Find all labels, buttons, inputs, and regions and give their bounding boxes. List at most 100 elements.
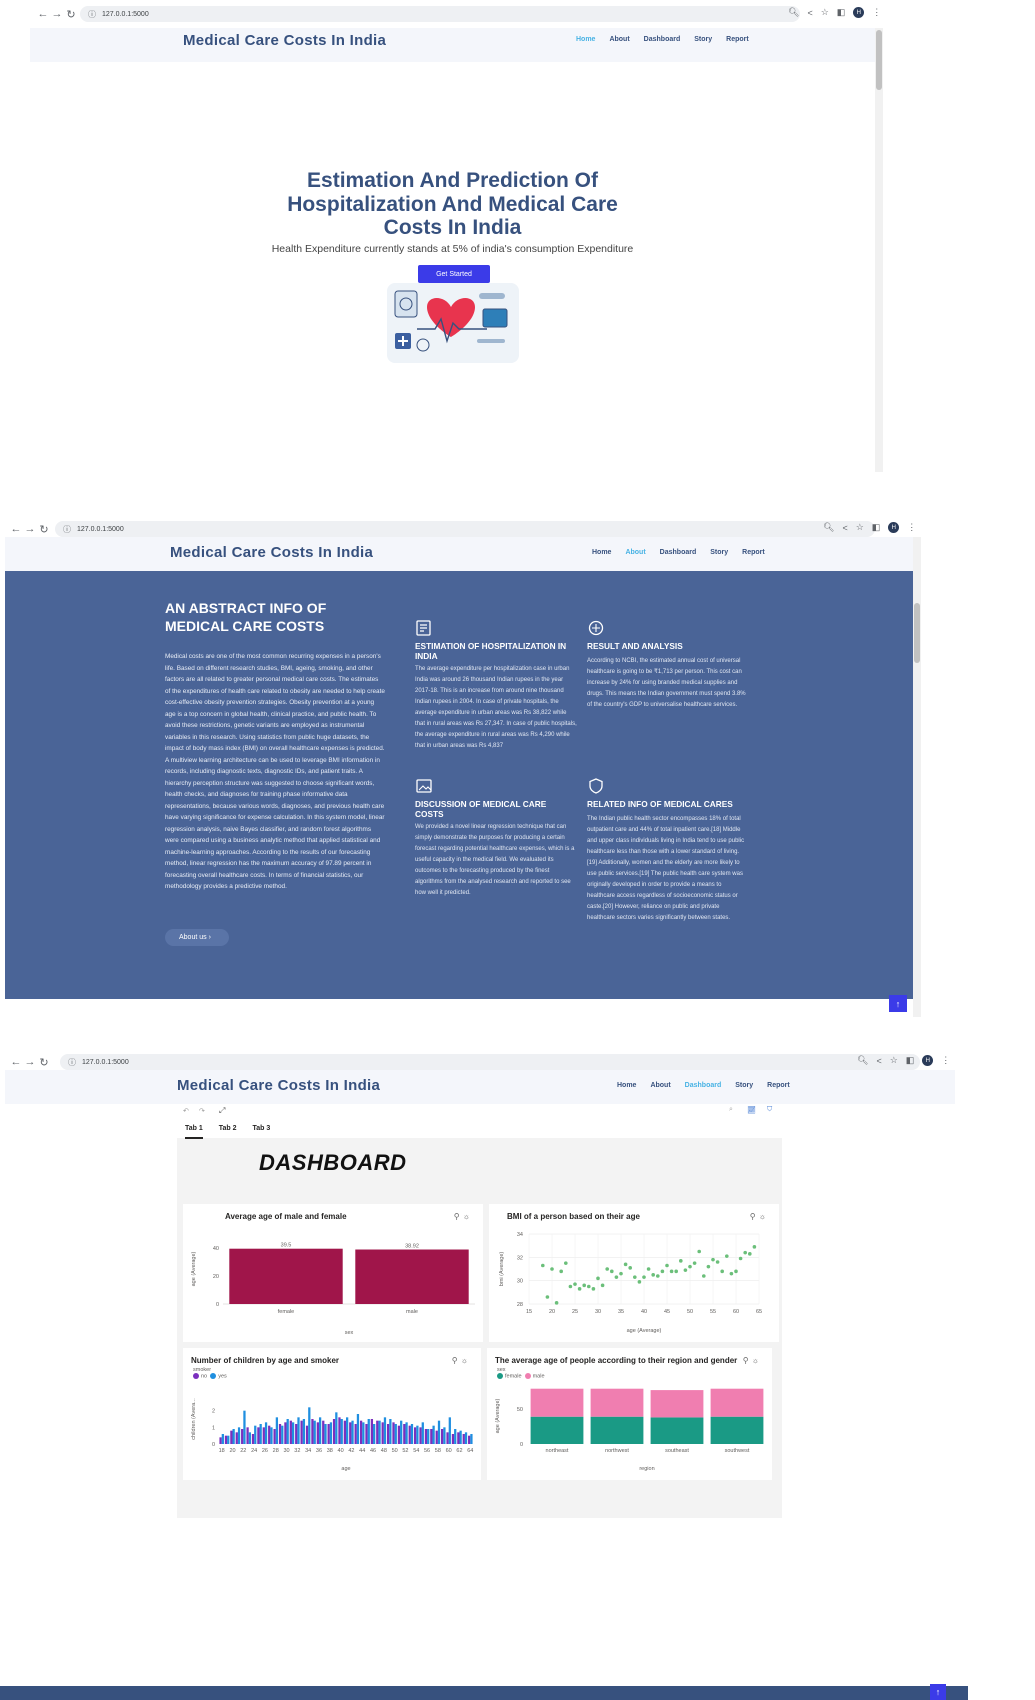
bar [340, 1419, 343, 1444]
x-tick-label: 30 [283, 1448, 289, 1454]
bar [237, 1427, 241, 1444]
profile-avatar[interactable]: H [888, 522, 900, 533]
tile-age-region-gender[interactable]: The average age of people according to t… [487, 1348, 772, 1480]
sidepanel-icon[interactable]: ◧ [906, 1055, 915, 1066]
reload-icon[interactable]: ↻ [37, 1056, 51, 1069]
get-started-button[interactable]: Get Started [418, 265, 490, 283]
tile-avg-age-sex[interactable]: Average age of male and female ⚲☼ 0 20 40 a… [183, 1204, 483, 1342]
share-icon[interactable]: < [876, 1056, 881, 1066]
tile-bmi-age[interactable]: BMI of a person based on their age ⚲☼ 28… [489, 1204, 779, 1342]
reload-icon[interactable]: ↻ [64, 8, 78, 21]
bar [289, 1420, 292, 1444]
menu-about[interactable]: About [625, 549, 645, 556]
profile-avatar[interactable]: H [922, 1055, 934, 1066]
bar [435, 1430, 438, 1444]
menu-report[interactable]: Report [726, 36, 749, 43]
menu-report[interactable]: Report [742, 549, 765, 556]
site-logo[interactable]: Medical Care Costs In India [177, 1077, 380, 1094]
kebab-menu-icon[interactable]: ⋮ [872, 7, 881, 18]
menu-home[interactable]: Home [617, 1082, 636, 1089]
document-icon [416, 620, 431, 636]
menu-about[interactable]: About [650, 1082, 670, 1089]
about-heading-line-2: MEDICAL CARE COSTS [165, 618, 325, 634]
back-to-top-button[interactable]: ↑ [889, 995, 907, 1012]
kebab-menu-icon[interactable]: ⋮ [907, 522, 916, 533]
about-section: AN ABSTRACT INFO OF MEDICAL CARE COSTS M… [5, 571, 913, 999]
address-bar[interactable]: ⓘ 127.0.0.1:5000 [60, 1054, 920, 1070]
tab-3[interactable]: Tab 3 [253, 1125, 271, 1139]
dashboard-frame: ↶ ↷ ⤢ ⌕ 📈︎ ⛉ Tab 1 Tab 2 Tab 3 DASHBOARD… [177, 1104, 782, 1518]
tile-children-smoker[interactable]: Number of children by age and smoker ⚲☼ … [183, 1348, 481, 1480]
menu-about[interactable]: About [609, 36, 629, 43]
menu-dashboard[interactable]: Dashboard [644, 36, 681, 43]
menu-story[interactable]: Story [735, 1082, 753, 1089]
arrow-left-icon[interactable]: ← [9, 1056, 23, 1068]
bar [462, 1434, 465, 1444]
menu-home[interactable]: Home [576, 36, 595, 43]
arrow-right-icon[interactable]: → [23, 523, 37, 535]
tab-1[interactable]: Tab 1 [185, 1125, 203, 1139]
share-icon[interactable]: < [807, 8, 812, 18]
filter-icon[interactable]: ⛉ [767, 1106, 772, 1114]
y-tick-label: 30 [517, 1279, 523, 1285]
share-icon[interactable]: < [842, 523, 847, 533]
undo-icon[interactable]: ↶ [183, 1107, 189, 1115]
about-us-button[interactable]: About us › [165, 929, 229, 946]
arrow-right-icon[interactable]: → [50, 8, 64, 20]
bar-segment [710, 1388, 764, 1417]
chart-icon[interactable]: 📈︎ [747, 1106, 756, 1114]
address-bar[interactable]: ⓘ 127.0.0.1:5000 [55, 521, 875, 537]
redo-icon[interactable]: ↷ [199, 1107, 205, 1115]
info-icon[interactable]: ⓘ [88, 9, 96, 20]
scatter-point [564, 1261, 568, 1265]
bar [359, 1420, 363, 1444]
scatter-point [715, 1260, 720, 1264]
arrow-left-icon[interactable]: ← [36, 8, 50, 20]
bar [355, 1249, 469, 1304]
arrow-left-icon[interactable]: ← [9, 523, 23, 535]
sidepanel-icon[interactable]: ◧ [837, 7, 846, 18]
y-tick-label: 28 [517, 1302, 523, 1308]
site-logo[interactable]: Medical Care Costs In India [183, 32, 386, 49]
page-scrollbar[interactable] [875, 28, 883, 472]
expand-icon[interactable]: ⤢ [219, 1106, 225, 1116]
menu-story[interactable]: Story [710, 549, 728, 556]
sidepanel-icon[interactable]: ◧ [872, 522, 881, 533]
menu-story[interactable]: Story [694, 36, 712, 43]
scrollbar-thumb[interactable] [914, 603, 920, 663]
search-icon[interactable]: ⌕ [729, 1106, 733, 1114]
zoom-icon[interactable]: 🔍︎ [857, 1055, 868, 1066]
arrow-right-icon[interactable]: → [23, 1056, 37, 1068]
reload-icon[interactable]: ↻ [37, 523, 51, 536]
screenshot-dashboard: ← → ↻ ⓘ 127.0.0.1:5000 🔍︎ < ☆ ◧ H ⋮ Medi… [0, 1048, 968, 1700]
zoom-icon[interactable]: 🔍︎ [788, 7, 799, 18]
star-icon[interactable]: ☆ [890, 1055, 898, 1066]
menu-home[interactable]: Home [592, 549, 611, 556]
back-to-top-button[interactable]: ↑ [930, 1684, 946, 1700]
menu-dashboard[interactable]: Dashboard [660, 549, 697, 556]
kebab-menu-icon[interactable]: ⋮ [941, 1055, 950, 1066]
address-bar[interactable]: ⓘ 127.0.0.1:5000 [80, 6, 800, 22]
x-tick-label: 32 [294, 1448, 300, 1454]
info-icon[interactable]: ⓘ [63, 524, 71, 535]
star-icon[interactable]: ☆ [821, 7, 829, 18]
page-scrollbar[interactable] [913, 537, 921, 1017]
bar [322, 1420, 325, 1444]
tab-2[interactable]: Tab 2 [219, 1125, 237, 1139]
zoom-icon[interactable]: 🔍︎ [823, 522, 834, 533]
footer-bar [0, 1686, 968, 1700]
x-tick-label: southeast [665, 1448, 689, 1454]
bar-chart-children-smoker: 0 1 2 children (Avera... 18 20 22 24 26 28 30 32 34 3… [191, 1398, 473, 1472]
site-logo[interactable]: Medical Care Costs In India [170, 544, 373, 561]
scrollbar-thumb[interactable] [876, 30, 882, 90]
menu-dashboard[interactable]: Dashboard [685, 1082, 722, 1089]
address-text: 127.0.0.1:5000 [82, 1058, 129, 1066]
bar [229, 1248, 343, 1304]
profile-avatar[interactable]: H [853, 7, 865, 18]
bar [354, 1424, 357, 1444]
bar [343, 1420, 346, 1444]
star-icon[interactable]: ☆ [856, 522, 864, 533]
menu-report[interactable]: Report [767, 1082, 790, 1089]
scatter-point [738, 1256, 743, 1261]
info-icon[interactable]: ⓘ [68, 1057, 76, 1068]
